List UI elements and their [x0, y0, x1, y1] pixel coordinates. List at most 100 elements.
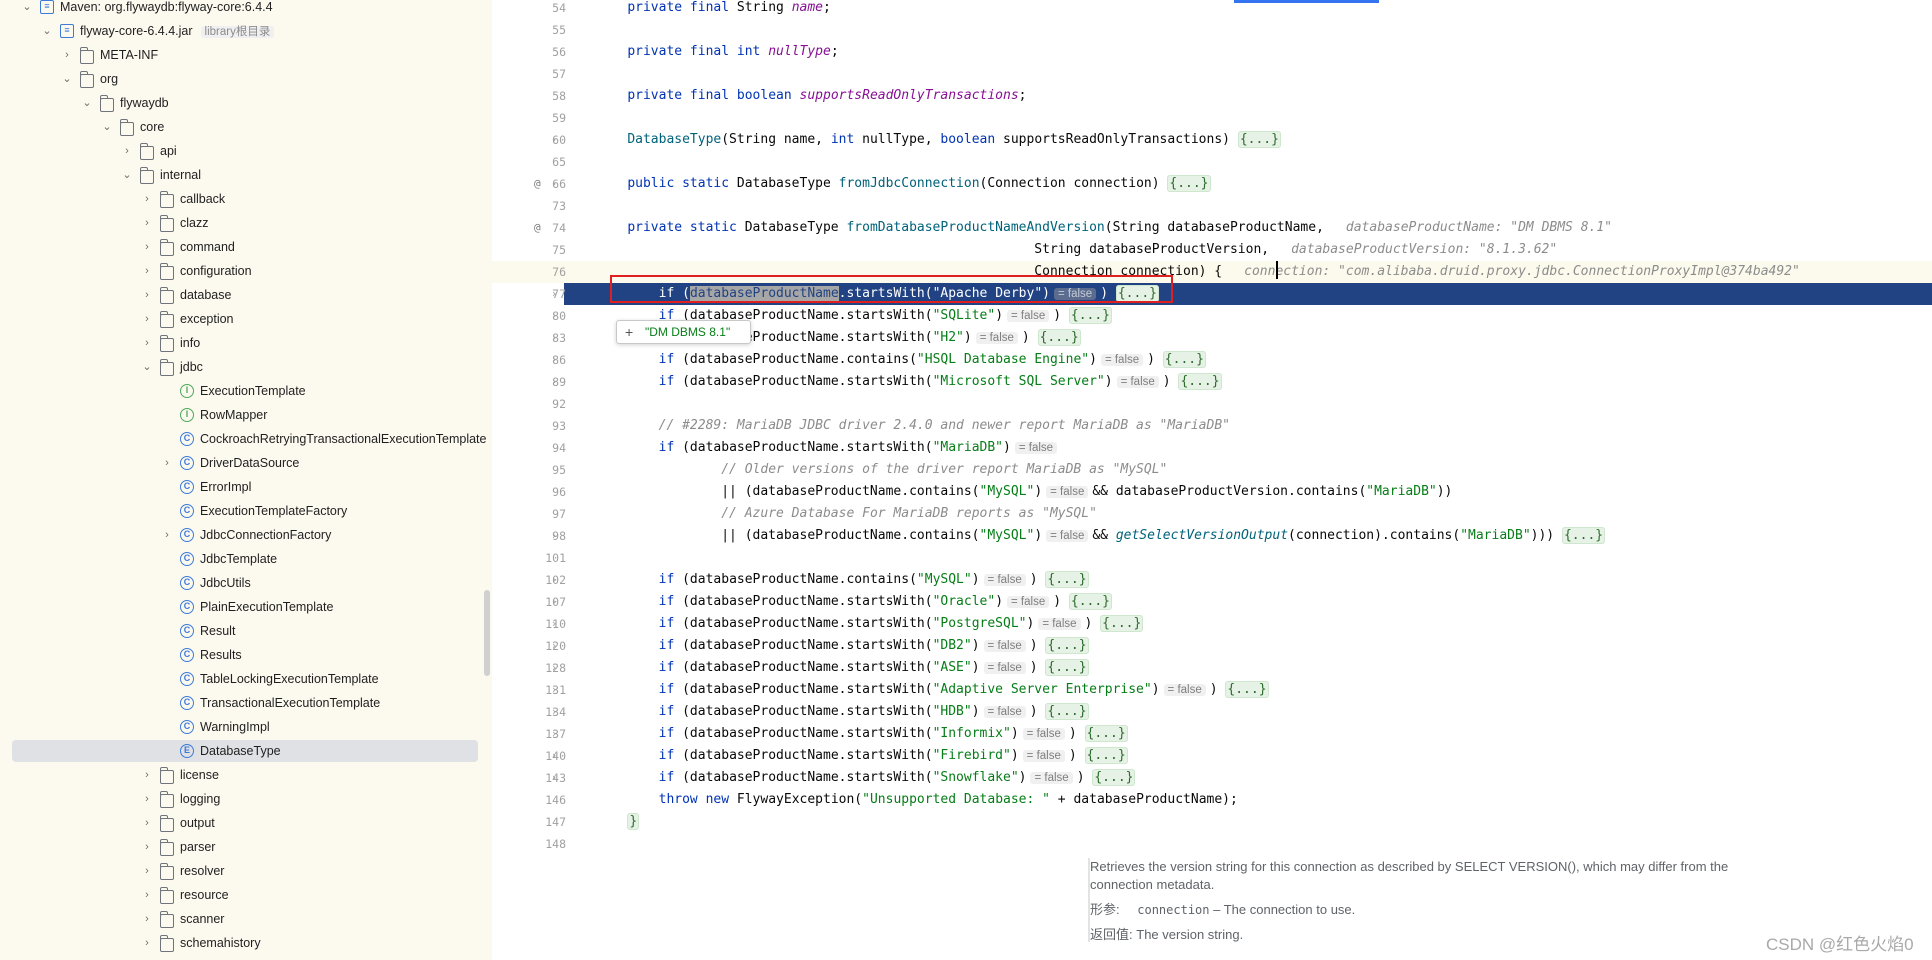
- code-line[interactable]: 92: [492, 393, 1932, 415]
- code-line[interactable]: 75 String databaseProductVersion, databas…: [492, 239, 1932, 261]
- tree-item[interactable]: ⌄ internal: [0, 164, 492, 186]
- line-number[interactable]: 95: [492, 459, 566, 481]
- tree-item[interactable]: › parser: [0, 836, 492, 858]
- code-line[interactable]: 131 › if (databaseProductName.startsWith(…: [492, 679, 1932, 701]
- line-number[interactable]: 54: [492, 0, 566, 19]
- code-editor[interactable]: 54 private final String name; 55 56 privat…: [492, 0, 1932, 960]
- fold-toggle-icon[interactable]: ›: [549, 723, 559, 745]
- fold-toggle-icon[interactable]: ›: [549, 349, 559, 371]
- chevron-right-icon[interactable]: ›: [140, 188, 154, 210]
- line-number[interactable]: 76: [492, 261, 566, 283]
- code-line[interactable]: 140 › if (databaseProductName.startsWith(…: [492, 745, 1932, 767]
- tree-scrollbar[interactable]: [484, 590, 490, 676]
- value-tooltip[interactable]: + "DM DBMS 8.1": [616, 320, 751, 344]
- line-number[interactable]: 56: [492, 41, 566, 63]
- code-line[interactable]: 143 › if (databaseProductName.startsWith(…: [492, 767, 1932, 789]
- tree-item[interactable]: C Result: [0, 620, 492, 642]
- code-line[interactable]: 54 private final String name;: [492, 0, 1932, 19]
- chevron-right-icon[interactable]: ›: [140, 884, 154, 906]
- fold-toggle-icon[interactable]: ›: [549, 283, 559, 305]
- code-line[interactable]: 102 › if (databaseProductName.contains("M…: [492, 569, 1932, 591]
- code-line[interactable]: 93 // #2289: MariaDB JDBC driver 2.4.0 a…: [492, 415, 1932, 437]
- code-line[interactable]: 56 private final int nullType;: [492, 41, 1932, 63]
- fold-toggle-icon[interactable]: ›: [549, 525, 559, 547]
- tree-item[interactable]: › info: [0, 332, 492, 354]
- tree-item[interactable]: › scanner: [0, 908, 492, 930]
- tree-item[interactable]: › logging: [0, 788, 492, 810]
- chevron-down-icon[interactable]: ⌄: [40, 20, 54, 42]
- tree-item[interactable]: ⌄ ≡ flyway-core-6.4.4.jar library根目录: [0, 20, 492, 42]
- plus-icon[interactable]: +: [625, 321, 633, 343]
- chevron-right-icon[interactable]: ›: [140, 764, 154, 786]
- line-number[interactable]: 74: [492, 217, 566, 239]
- code-line[interactable]: 137 › if (databaseProductName.startsWith(…: [492, 723, 1932, 745]
- tree-item[interactable]: C CockroachRetryingTransactionalExecution…: [0, 428, 492, 450]
- chevron-right-icon[interactable]: ›: [140, 860, 154, 882]
- tree-item[interactable]: C TransactionalExecutionTemplate: [0, 692, 492, 714]
- tree-item[interactable]: C ErrorImpl: [0, 476, 492, 498]
- fold-toggle-icon[interactable]: ›: [549, 305, 559, 327]
- tree-item[interactable]: › license: [0, 764, 492, 786]
- tree-item[interactable]: › resource: [0, 884, 492, 906]
- line-number[interactable]: 73: [492, 195, 566, 217]
- tree-item[interactable]: E DatabaseType: [12, 740, 478, 762]
- code-line[interactable]: 65: [492, 151, 1932, 173]
- chevron-down-icon[interactable]: ⌄: [80, 92, 94, 114]
- tree-item[interactable]: › C JdbcConnectionFactory: [0, 524, 492, 546]
- tree-item[interactable]: ⌄ core: [0, 116, 492, 138]
- code-line[interactable]: 148: [492, 833, 1932, 855]
- code-line[interactable]: 86 › if (databaseProductName.contains("HS…: [492, 349, 1932, 371]
- code-line[interactable]: 128 › if (databaseProductName.startsWith(…: [492, 657, 1932, 679]
- tree-item[interactable]: › C DriverDataSource: [0, 452, 492, 474]
- fold-toggle-icon[interactable]: ›: [549, 591, 559, 613]
- code-line[interactable]: 147 }: [492, 811, 1932, 833]
- chevron-right-icon[interactable]: ›: [140, 908, 154, 930]
- code-line[interactable]: 95 // Older versions of the driver repor…: [492, 459, 1932, 481]
- tree-item[interactable]: C JdbcUtils: [0, 572, 492, 594]
- line-number[interactable]: 55: [492, 19, 566, 41]
- code-line[interactable]: 98 › || (databaseProductName.contains("My…: [492, 525, 1932, 547]
- fold-toggle-icon[interactable]: ›: [549, 635, 559, 657]
- code-line[interactable]: 59: [492, 107, 1932, 129]
- line-number[interactable]: 58: [492, 85, 566, 107]
- chevron-right-icon[interactable]: ›: [160, 452, 174, 474]
- line-number[interactable]: 97: [492, 503, 566, 525]
- code-line[interactable]: 60 › DatabaseType(String name, int nullTy…: [492, 129, 1932, 151]
- tree-item[interactable]: › command: [0, 236, 492, 258]
- tree-item[interactable]: › callback: [0, 188, 492, 210]
- code-line[interactable]: 101: [492, 547, 1932, 569]
- chevron-right-icon[interactable]: ›: [140, 260, 154, 282]
- code-line[interactable]: 96 || (databaseProductName.contains("MyS…: [492, 481, 1932, 503]
- tree-item[interactable]: I ExecutionTemplate: [0, 380, 492, 402]
- tree-item[interactable]: › exception: [0, 308, 492, 330]
- chevron-right-icon[interactable]: ›: [60, 44, 74, 66]
- tree-item[interactable]: C PlainExecutionTemplate: [0, 596, 492, 618]
- code-line[interactable]: 58 private final boolean supportsReadOnl…: [492, 85, 1932, 107]
- line-number[interactable]: 65: [492, 151, 566, 173]
- fold-toggle-icon[interactable]: ›: [549, 173, 559, 195]
- fold-toggle-icon[interactable]: ›: [549, 327, 559, 349]
- fold-toggle-icon[interactable]: ›: [549, 745, 559, 767]
- tree-item[interactable]: › schemahistory: [0, 932, 492, 954]
- line-number[interactable]: 93: [492, 415, 566, 437]
- tree-item[interactable]: ⌄ org: [0, 68, 492, 90]
- tree-item[interactable]: ⌄ flywaydb: [0, 92, 492, 114]
- tree-item[interactable]: › output: [0, 812, 492, 834]
- chevron-right-icon[interactable]: ›: [120, 140, 134, 162]
- tree-item[interactable]: I RowMapper: [0, 404, 492, 426]
- code-line[interactable]: 57: [492, 63, 1932, 85]
- annotation-icon[interactable]: @: [534, 217, 541, 239]
- code-line[interactable]: 74 @ private static DatabaseType fromData…: [492, 217, 1932, 239]
- code-line[interactable]: 110 › if (databaseProductName.startsWith(…: [492, 613, 1932, 635]
- code-line[interactable]: 89 › if (databaseProductName.startsWith("…: [492, 371, 1932, 393]
- fold-toggle-icon[interactable]: ›: [549, 371, 559, 393]
- chevron-down-icon[interactable]: ⌄: [120, 164, 134, 186]
- tree-item[interactable]: › clazz: [0, 212, 492, 234]
- tree-item[interactable]: C JdbcTemplate: [0, 548, 492, 570]
- code-line[interactable]: 94 if (databaseProductName.startsWith("M…: [492, 437, 1932, 459]
- fold-toggle-icon[interactable]: ›: [549, 569, 559, 591]
- chevron-down-icon[interactable]: ⌄: [140, 356, 154, 378]
- tree-item[interactable]: › META-INF: [0, 44, 492, 66]
- code-line[interactable]: 55: [492, 19, 1932, 41]
- tree-item[interactable]: › configuration: [0, 260, 492, 282]
